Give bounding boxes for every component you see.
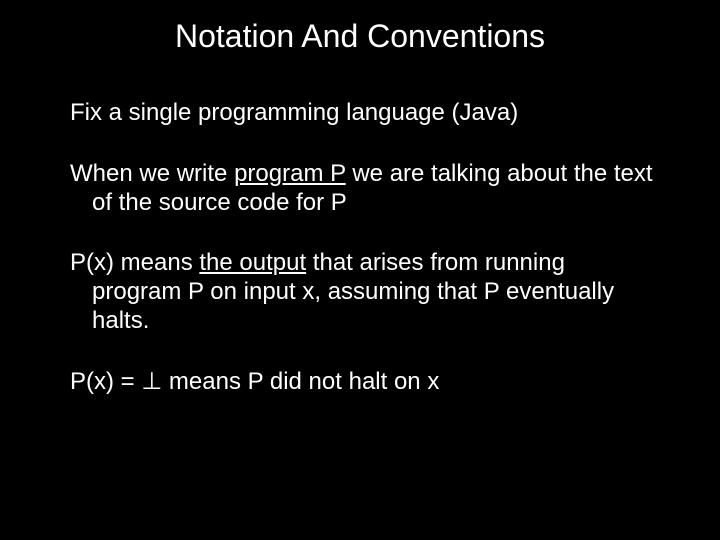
text: When we write [70, 160, 234, 187]
text: Fix a single programming language (Java) [70, 99, 518, 126]
paragraph-3: P(x) means the output that arises from r… [70, 249, 660, 335]
paragraph-2: When we write program P we are talking a… [70, 160, 660, 218]
text: means P did not halt on x [162, 368, 439, 395]
bottom-symbol: ⊥ [141, 368, 162, 395]
text: P(x) means [70, 249, 199, 276]
slide-body: Fix a single programming language (Java)… [0, 65, 720, 397]
underlined-text: program P [234, 160, 346, 187]
slide: Notation And Conventions Fix a single pr… [0, 0, 720, 540]
paragraph-4: P(x) = ⊥ means P did not halt on x [70, 368, 660, 397]
paragraph-1: Fix a single programming language (Java) [70, 99, 660, 128]
slide-title: Notation And Conventions [0, 0, 720, 65]
underlined-text: the output [199, 249, 306, 276]
text: P(x) = [70, 368, 141, 395]
